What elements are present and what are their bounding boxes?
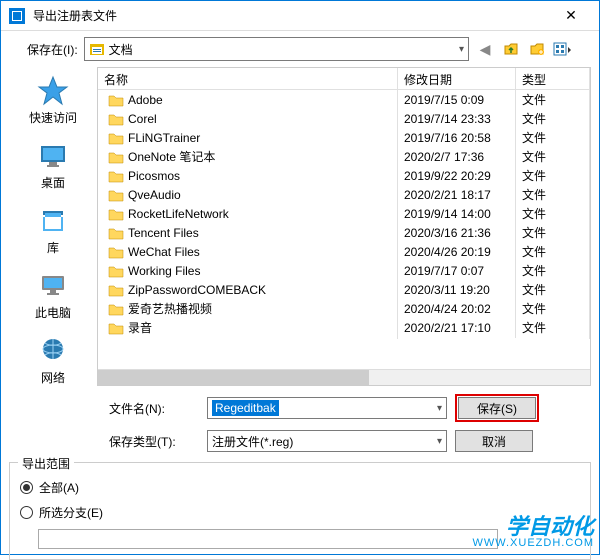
file-date: 2020/2/7 17:36 xyxy=(398,147,516,167)
place-libraries[interactable]: 库 xyxy=(37,205,69,256)
up-icon[interactable] xyxy=(501,39,521,59)
close-button[interactable]: ✕ xyxy=(551,1,591,31)
branch-path-input[interactable] xyxy=(38,529,498,549)
file-date: 2020/4/26 20:19 xyxy=(398,242,516,262)
window-title: 导出注册表文件 xyxy=(33,7,551,24)
radio-all[interactable]: 全部(A) xyxy=(20,479,580,496)
lookin-combo[interactable]: 文档 ▾ xyxy=(84,37,469,61)
titlebar: 导出注册表文件 ✕ xyxy=(1,1,599,31)
filetype-combo[interactable]: 注册文件(*.reg) ▾ xyxy=(207,430,447,452)
place-quick-access[interactable]: 快速访问 xyxy=(29,75,77,126)
file-date: 2020/3/11 19:20 xyxy=(398,280,516,300)
file-name: FLiNGTrainer xyxy=(128,131,200,145)
place-this-pc[interactable]: 此电脑 xyxy=(35,270,71,321)
place-label: 桌面 xyxy=(41,174,65,191)
table-row[interactable]: 录音 2020/2/21 17:10文件 xyxy=(98,318,590,337)
folder-icon xyxy=(108,93,124,107)
new-folder-icon[interactable] xyxy=(527,39,547,59)
file-date: 2020/2/21 17:10 xyxy=(398,318,516,338)
file-date: 2020/3/16 21:36 xyxy=(398,223,516,243)
filename-value: Regeditbak xyxy=(212,400,279,416)
filename-input[interactable]: Regeditbak ▾ xyxy=(207,397,447,419)
folder-icon xyxy=(108,131,124,145)
folder-icon xyxy=(108,226,124,240)
place-label: 网络 xyxy=(41,369,65,386)
file-list-header[interactable]: 名称 修改日期 类型 xyxy=(98,68,590,90)
folder-icon xyxy=(108,188,124,202)
filetype-value: 注册文件(*.reg) xyxy=(212,433,293,450)
radio-icon xyxy=(20,506,33,519)
file-name: ZipPasswordCOMEBACK xyxy=(128,283,266,297)
file-name: RocketLifeNetwork xyxy=(128,207,229,221)
export-range-group: 导出范围 全部(A) 所选分支(E) xyxy=(9,462,591,560)
file-name: 录音 xyxy=(128,319,152,336)
horizontal-scrollbar[interactable] xyxy=(98,369,590,385)
app-icon xyxy=(9,8,25,24)
file-date: 2020/2/21 18:17 xyxy=(398,185,516,205)
file-name: 爱奇艺热播视频 xyxy=(128,300,212,317)
radio-icon xyxy=(20,481,33,494)
filename-label: 文件名(N): xyxy=(109,400,199,417)
folder-icon xyxy=(108,302,124,316)
file-name: Adobe xyxy=(128,93,163,107)
save-button[interactable]: 保存(S) xyxy=(458,397,536,419)
radio-branch[interactable]: 所选分支(E) xyxy=(20,504,580,521)
view-menu-icon[interactable] xyxy=(553,39,573,59)
col-date[interactable]: 修改日期 xyxy=(398,68,516,89)
chevron-down-icon: ▾ xyxy=(437,403,442,414)
filetype-label: 保存类型(T): xyxy=(109,433,199,450)
place-desktop[interactable]: 桌面 xyxy=(37,140,69,191)
radio-branch-label: 所选分支(E) xyxy=(39,504,103,521)
file-name: Picosmos xyxy=(128,169,180,183)
chevron-down-icon: ▾ xyxy=(437,436,442,447)
file-date: 2019/7/14 23:33 xyxy=(398,109,516,129)
lookin-label: 保存在(I): xyxy=(27,41,78,58)
file-date: 2019/7/15 0:09 xyxy=(398,90,516,110)
col-type[interactable]: 类型 xyxy=(516,68,590,89)
file-date: 2019/9/22 20:29 xyxy=(398,166,516,186)
folder-icon xyxy=(108,169,124,183)
file-date: 2020/4/24 20:02 xyxy=(398,299,516,319)
lookin-value: 文档 xyxy=(109,41,459,58)
place-label: 库 xyxy=(47,239,59,256)
folder-icon xyxy=(108,150,124,164)
file-date: 2019/7/16 20:58 xyxy=(398,128,516,148)
file-name: Tencent Files xyxy=(128,226,199,240)
file-name: Working Files xyxy=(128,264,200,278)
col-name[interactable]: 名称 xyxy=(98,68,398,89)
place-label: 快速访问 xyxy=(29,109,77,126)
file-name: Corel xyxy=(128,112,157,126)
folder-icon xyxy=(108,112,124,126)
folder-icon xyxy=(108,321,124,335)
file-name: QveAudio xyxy=(128,188,181,202)
place-network[interactable]: 网络 xyxy=(37,335,69,386)
file-list[interactable]: 名称 修改日期 类型 Adobe 2019/7/15 0:09 文件 Corel 201… xyxy=(97,67,591,386)
folder-icon xyxy=(108,245,124,259)
file-name: OneNote 笔记本 xyxy=(128,148,215,165)
places-bar: 快速访问 桌面 库 此电脑 网络 xyxy=(9,67,97,386)
file-type: 文件 xyxy=(516,316,590,339)
folder-icon xyxy=(108,207,124,221)
back-icon[interactable]: ◀ xyxy=(475,39,495,59)
file-date: 2019/9/14 14:00 xyxy=(398,204,516,224)
place-label: 此电脑 xyxy=(35,304,71,321)
file-date: 2019/7/17 0:07 xyxy=(398,261,516,281)
file-name: WeChat Files xyxy=(128,245,200,259)
cancel-button[interactable]: 取消 xyxy=(455,430,533,452)
chevron-down-icon: ▾ xyxy=(459,44,464,55)
radio-all-label: 全部(A) xyxy=(39,479,79,496)
export-range-title: 导出范围 xyxy=(18,455,74,472)
folder-icon xyxy=(108,283,124,297)
documents-icon xyxy=(89,42,105,56)
folder-icon xyxy=(108,264,124,278)
